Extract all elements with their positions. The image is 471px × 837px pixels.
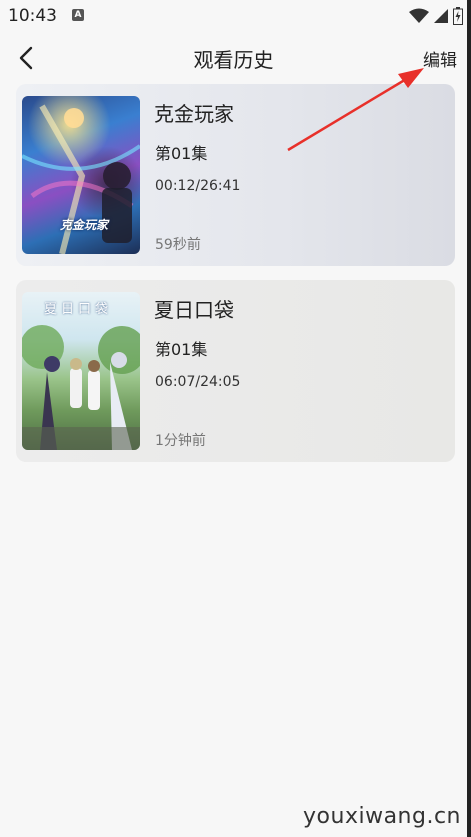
watermark-text: youxiwang.cn	[303, 804, 461, 829]
cover-image: 夏日口袋	[22, 292, 140, 450]
history-item[interactable]: 夏日口袋 夏日口袋 第01集 06:07/24:05 1分钟前	[16, 280, 455, 462]
signal-icon	[434, 9, 448, 23]
status-icons	[409, 7, 463, 25]
battery-icon	[453, 7, 463, 25]
cover-logo: 克金玩家	[60, 218, 109, 232]
a-badge-icon: A	[72, 9, 84, 21]
cover-logo: 夏日口袋	[44, 302, 113, 317]
item-time-ago: 59秒前	[155, 237, 201, 253]
item-progress: 00:12/26:41	[155, 178, 241, 194]
item-progress: 06:07/24:05	[155, 374, 241, 390]
arrow-annotation-icon	[287, 68, 424, 152]
status-bar: 10:43 A	[0, 0, 471, 32]
status-time: 10:43	[8, 6, 57, 26]
item-title: 夏日口袋	[154, 298, 234, 322]
item-episode: 第01集	[155, 144, 208, 163]
item-episode: 第01集	[155, 340, 208, 359]
cover-image: 克金玩家	[22, 96, 140, 254]
wifi-icon	[409, 8, 429, 23]
item-title: 克金玩家	[154, 102, 234, 126]
item-time-ago: 1分钟前	[155, 433, 206, 449]
screen-edge	[467, 0, 471, 837]
